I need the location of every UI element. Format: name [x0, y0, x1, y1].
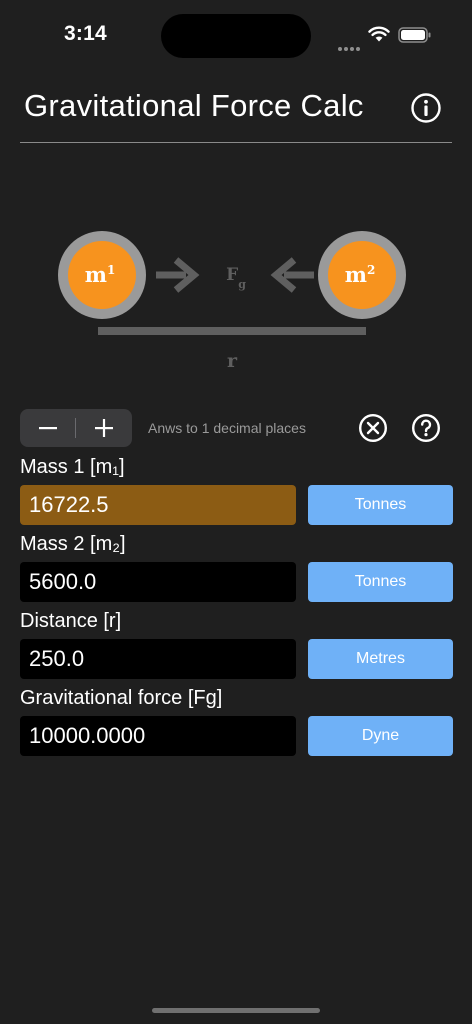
force-symbol: Fg: [226, 265, 246, 291]
help-icon[interactable]: [411, 413, 441, 443]
minus-icon: [39, 427, 57, 430]
arrow-right-icon: [156, 257, 200, 293]
force-input[interactable]: [20, 716, 296, 756]
mass2-input[interactable]: [20, 562, 296, 602]
mass1-symbol: m: [85, 262, 107, 287]
home-indicator[interactable]: [152, 1008, 320, 1013]
distance-unit-button[interactable]: Metres: [308, 639, 453, 679]
decrease-decimals-button[interactable]: [20, 409, 76, 447]
mass2-superscript: 2: [367, 263, 375, 277]
precision-note: Anws to 1 decimal places: [148, 420, 306, 436]
arrow-left-icon: [270, 257, 314, 293]
distance-symbol: r: [227, 350, 238, 372]
distance-bar: [98, 327, 366, 335]
info-icon[interactable]: [410, 92, 442, 124]
decimal-places-stepper: [20, 409, 132, 447]
mass1-unit-button[interactable]: Tonnes: [308, 485, 453, 525]
header-divider: [20, 142, 452, 143]
battery-icon: [398, 27, 432, 48]
mass2-circle: m2: [318, 231, 406, 319]
mass2-label: Mass 2 [m₂]: [20, 533, 126, 555]
distance-label: Distance [r]: [20, 610, 122, 632]
page-title: Gravitational Force Calc: [24, 88, 364, 123]
clear-icon[interactable]: [358, 413, 388, 443]
force-diagram: m1 Fg m2 r: [0, 220, 472, 380]
mass2-unit-button[interactable]: Tonnes: [308, 562, 453, 602]
wifi-icon: [368, 26, 390, 47]
dynamic-island: [161, 14, 311, 58]
cellular-signal-icon: [338, 38, 362, 56]
status-time: 3:14: [64, 22, 107, 45]
mass1-superscript: 1: [107, 263, 115, 277]
mass1-label: Mass 1 [m₁]: [20, 456, 125, 478]
mass1-input[interactable]: [20, 485, 296, 525]
force-label: Gravitational force [Fg]: [20, 687, 223, 709]
increase-decimals-button[interactable]: [76, 409, 132, 447]
distance-input[interactable]: [20, 639, 296, 679]
plus-icon: [95, 419, 113, 437]
mass1-circle: m1: [58, 231, 146, 319]
force-unit-button[interactable]: Dyne: [308, 716, 453, 756]
mass2-symbol: m: [345, 262, 367, 287]
